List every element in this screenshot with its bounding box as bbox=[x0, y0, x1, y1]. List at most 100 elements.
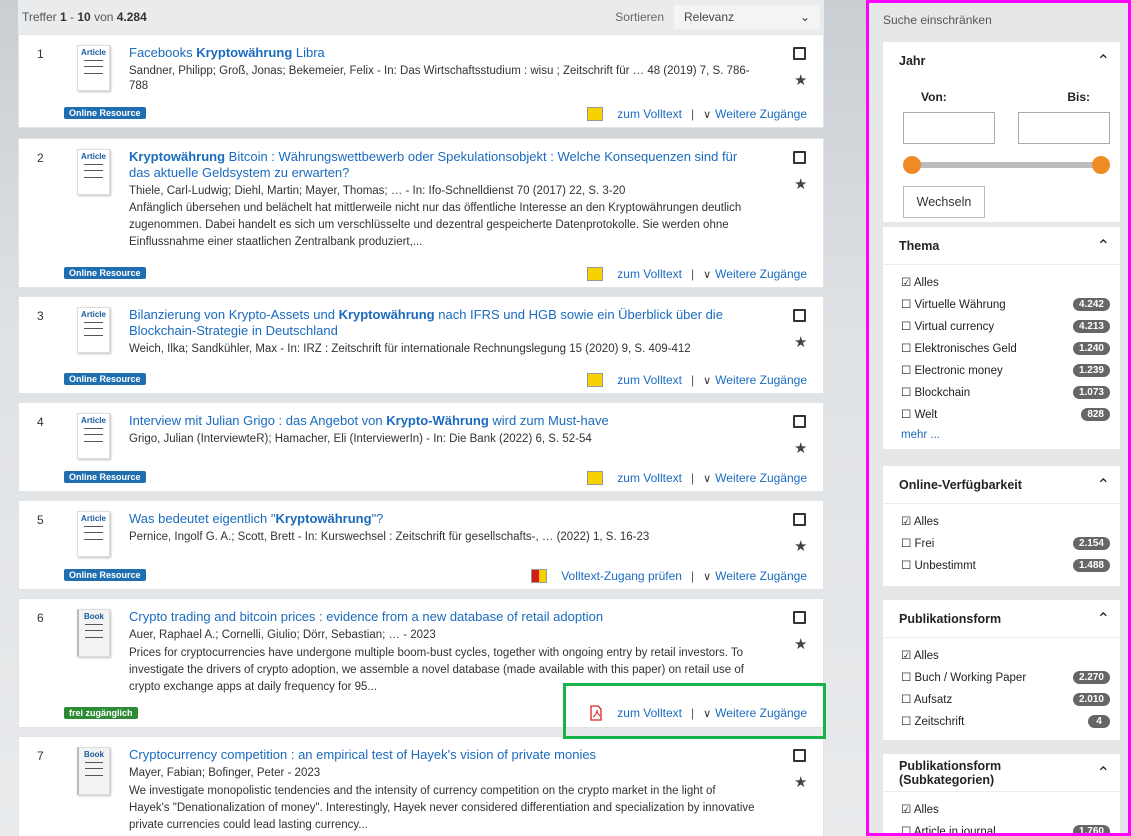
facet-option[interactable]: ☐ Electronic money 1.239 bbox=[883, 359, 1120, 381]
facet-jahr: Jahr ⌃ Von: Bis: Wechseln bbox=[883, 42, 1120, 222]
facet-option[interactable]: ☐ Buch / Working Paper 2.270 bbox=[883, 666, 1120, 688]
chevron-down-icon: ∨ bbox=[703, 268, 712, 281]
more-access-link[interactable]: Weitere Zugänge bbox=[715, 373, 807, 387]
result-item: 4 Article Interview mit Julian Grigo : das… bbox=[18, 402, 824, 492]
fulltext-link[interactable]: zum Volltext bbox=[617, 107, 682, 121]
more-access-link[interactable]: Weitere Zugänge bbox=[715, 267, 807, 281]
facet-option-label: ☐ Virtuelle Währung bbox=[901, 299, 1006, 311]
result-abstract: Anfänglich übersehen und belächelt hat m… bbox=[129, 202, 742, 248]
facet-option[interactable]: ☐ Zeitschrift 4 bbox=[883, 710, 1120, 732]
select-checkbox[interactable] bbox=[793, 151, 806, 164]
facet-option[interactable]: ☐ Unbestimmt 1.488 bbox=[883, 554, 1120, 576]
document-type-label: Article bbox=[81, 152, 106, 161]
facet-option-label: ☐ Aufsatz bbox=[901, 694, 953, 706]
facet-option[interactable]: ☐ Blockchain 1.073 bbox=[883, 381, 1120, 403]
facet-option[interactable]: ☐ Article in journal 1.760 bbox=[883, 820, 1120, 833]
select-checkbox[interactable] bbox=[793, 47, 806, 60]
star-icon[interactable]: ★ bbox=[794, 773, 807, 791]
select-checkbox[interactable] bbox=[793, 611, 806, 624]
facet-count-badge: 4 bbox=[1088, 714, 1110, 728]
result-title-link[interactable]: Kryptowährung Bitcoin : Währungswettbewe… bbox=[129, 149, 749, 181]
year-range-slider[interactable] bbox=[903, 156, 1110, 174]
more-access-link[interactable]: Weitere Zugänge bbox=[715, 569, 807, 583]
facet-jahr-header[interactable]: Jahr ⌃ bbox=[883, 42, 1120, 80]
result-title-link[interactable]: Interview mit Julian Grigo : das Angebot… bbox=[129, 413, 749, 429]
document-lines-icon bbox=[84, 164, 103, 178]
result-number: 7 bbox=[37, 749, 44, 763]
sidebar-header: Suche einschränken bbox=[883, 13, 992, 27]
access-links: Volltext-Zugang prüfen | ∨ Weitere Zugänge bbox=[531, 569, 807, 583]
fulltext-link[interactable]: zum Volltext bbox=[617, 267, 682, 281]
facet-option[interactable]: ☑ Alles bbox=[883, 510, 1120, 532]
result-title-link[interactable]: Crypto trading and bitcoin prices : evid… bbox=[129, 609, 749, 625]
facet-option-label: ☐ Unbestimmt bbox=[901, 560, 976, 572]
title-text: wird zum Must-have bbox=[488, 413, 609, 428]
year-from-input[interactable] bbox=[903, 112, 995, 144]
facet-option[interactable]: ☐ Frei 2.154 bbox=[883, 532, 1120, 554]
facet-option[interactable]: ☑ Alles bbox=[883, 644, 1120, 666]
apply-year-button[interactable]: Wechseln bbox=[903, 186, 985, 218]
facet-publikationsform: Publikationsform ⌃ ☑ Alles ☐ Buch / Working… bbox=[883, 600, 1120, 740]
access-links: zum Volltext | ∨ Weitere Zugänge bbox=[587, 267, 807, 281]
slider-handle-min[interactable] bbox=[903, 156, 921, 174]
result-title-link[interactable]: Was bedeutet eigentlich "Kryptowährung"? bbox=[129, 511, 749, 527]
result-meta: Mayer, Fabian; Bofinger, Peter - 2023 bbox=[129, 767, 321, 779]
facet-option[interactable]: ☐ Virtuelle Währung 4.242 bbox=[883, 293, 1120, 315]
document-type-icon: Book bbox=[77, 747, 110, 795]
select-checkbox[interactable] bbox=[793, 749, 806, 762]
result-number: 6 bbox=[37, 611, 44, 625]
slider-handle-max[interactable] bbox=[1092, 156, 1110, 174]
facet-publikationsform-sub: Publikationsform (Subkategorien) ⌃ ☑ Alles… bbox=[883, 754, 1120, 833]
chevron-up-icon: ⌃ bbox=[1096, 610, 1110, 628]
star-icon[interactable]: ★ bbox=[794, 439, 807, 457]
title-text: Facebooks bbox=[129, 45, 197, 60]
year-to-label: Bis: bbox=[1067, 90, 1090, 104]
more-access-link[interactable]: Weitere Zugänge bbox=[715, 471, 807, 485]
facet-count-badge: 4.242 bbox=[1072, 297, 1110, 311]
facet-count-badge: 1.073 bbox=[1072, 385, 1110, 399]
result-title-link[interactable]: Cryptocurrency competition : an empirica… bbox=[129, 747, 749, 763]
facet-option[interactable]: ☐ Aufsatz 2.010 bbox=[883, 688, 1120, 710]
more-access-link[interactable]: Weitere Zugänge bbox=[715, 107, 807, 121]
access-traffic-light-icon bbox=[587, 267, 604, 281]
facet-option[interactable]: ☐ Virtual currency 4.213 bbox=[883, 315, 1120, 337]
fulltext-link[interactable]: zum Volltext bbox=[617, 471, 682, 485]
title-text: Crypto trading and bitcoin prices : evid… bbox=[129, 609, 604, 624]
facet-pubform-header[interactable]: Publikationsform ⌃ bbox=[883, 600, 1120, 638]
access-links: zum Volltext | ∨ Weitere Zugänge bbox=[587, 107, 807, 121]
facet-count-badge: 1.488 bbox=[1072, 558, 1110, 572]
star-icon[interactable]: ★ bbox=[794, 635, 807, 653]
select-checkbox[interactable] bbox=[793, 513, 806, 526]
star-icon[interactable]: ★ bbox=[794, 537, 807, 555]
result-title-link[interactable]: Bilanzierung von Krypto-Assets und Krypt… bbox=[129, 307, 749, 339]
select-checkbox[interactable] bbox=[793, 309, 806, 322]
facet-thema-header[interactable]: Thema ⌃ bbox=[883, 227, 1120, 265]
year-from-label: Von: bbox=[921, 90, 947, 104]
facet-pubsub-header[interactable]: Publikationsform (Subkategorien) ⌃ bbox=[883, 754, 1120, 792]
facet-option[interactable]: ☐ Welt 828 bbox=[883, 403, 1120, 425]
result-number: 2 bbox=[37, 151, 44, 165]
sort-select[interactable]: Relevanz ⌄ bbox=[674, 5, 820, 29]
fulltext-link[interactable]: Volltext-Zugang prüfen bbox=[561, 569, 682, 583]
fulltext-link[interactable]: zum Volltext bbox=[617, 373, 682, 387]
document-type-label: Book bbox=[84, 612, 104, 621]
star-icon[interactable]: ★ bbox=[794, 71, 807, 89]
facet-online-header[interactable]: Online-Verfügbarkeit ⌃ bbox=[883, 466, 1120, 504]
separator: | bbox=[690, 569, 695, 583]
result-title-link[interactable]: Facebooks Kryptowährung Libra bbox=[129, 45, 749, 61]
facet-option[interactable]: ☐ Elektronisches Geld 1.240 bbox=[883, 337, 1120, 359]
facet-option[interactable]: ☑ Alles bbox=[883, 271, 1120, 293]
star-icon[interactable]: ★ bbox=[794, 333, 807, 351]
document-type-label: Book bbox=[84, 750, 104, 759]
star-icon[interactable]: ★ bbox=[794, 175, 807, 193]
chevron-up-icon: ⌃ bbox=[1096, 476, 1110, 494]
availability-badge: Online Resource bbox=[64, 471, 146, 483]
facet-option-label: ☐ Frei bbox=[901, 538, 935, 550]
year-to-input[interactable] bbox=[1018, 112, 1110, 144]
select-checkbox[interactable] bbox=[793, 415, 806, 428]
title-text: Was bedeutet eigentlich " bbox=[129, 511, 276, 526]
facet-option[interactable]: ☑ Alles bbox=[883, 798, 1120, 820]
chevron-down-icon: ⌄ bbox=[799, 10, 810, 24]
more-link[interactable]: mehr ... bbox=[883, 425, 1120, 445]
result-item: 7 Book Cryptocurrency competition : an emp… bbox=[18, 736, 824, 836]
